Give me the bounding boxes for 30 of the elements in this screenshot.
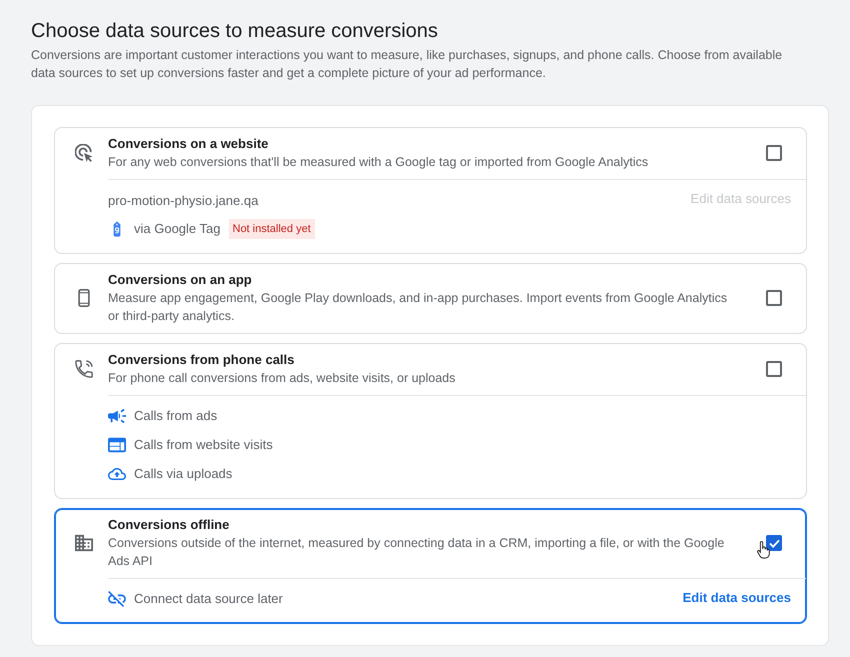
option-label: Connect data source later	[134, 590, 283, 608]
source-description: Measure app engagement, Google Play downloads, and in-app purchases. Import events from Google Analytics or third-party analytics.	[108, 290, 728, 325]
page-description: Conversions are important customer interactions you want to measure, like purchases, signups, and phone calls. Choose from available data sources to set up conversions faster and get a complete picture of your ad performance.	[31, 47, 784, 82]
tag-method: via Google Tag	[134, 220, 220, 238]
source-title: Conversions from phone calls	[108, 351, 296, 369]
browser-window-icon	[108, 437, 126, 453]
checkbox[interactable]	[766, 290, 782, 306]
checkbox[interactable]	[766, 535, 782, 551]
option-label: Calls via uploads	[134, 465, 232, 483]
source-title: Conversions on a website	[108, 135, 270, 153]
source-title: Conversions on an app	[108, 271, 253, 289]
broken-link-icon	[108, 591, 126, 607]
cursor-click-icon	[75, 144, 93, 162]
cloud-upload-icon	[108, 466, 126, 482]
site-domain: pro-motion-physio.jane.qa	[108, 192, 260, 210]
status-badge: Not installed yet	[228, 219, 315, 239]
building-icon	[75, 534, 93, 552]
source-description: Conversions outside of the internet, measured by connecting data in a CRM, importing a file, or with the Google Ads API	[108, 535, 726, 570]
option-label: Calls from ads	[134, 407, 218, 425]
source-description: For any web conversions that'll be measured with a Google tag or imported from Google Analytics	[108, 154, 650, 171]
checkbox[interactable]	[766, 145, 782, 161]
phone-call-icon	[75, 360, 93, 378]
source-description: For phone call conversions from ads, website visits, or uploads	[108, 370, 456, 387]
checkmark-icon	[768, 538, 780, 548]
option-label: Calls from website visits	[134, 436, 273, 454]
megaphone-icon	[108, 408, 126, 424]
page-title: Choose data sources to measure conversions	[31, 19, 439, 43]
edit-data-sources-link[interactable]: Edit data sources	[674, 589, 799, 607]
source-title: Conversions offline	[108, 516, 230, 534]
checkbox[interactable]	[766, 361, 782, 377]
